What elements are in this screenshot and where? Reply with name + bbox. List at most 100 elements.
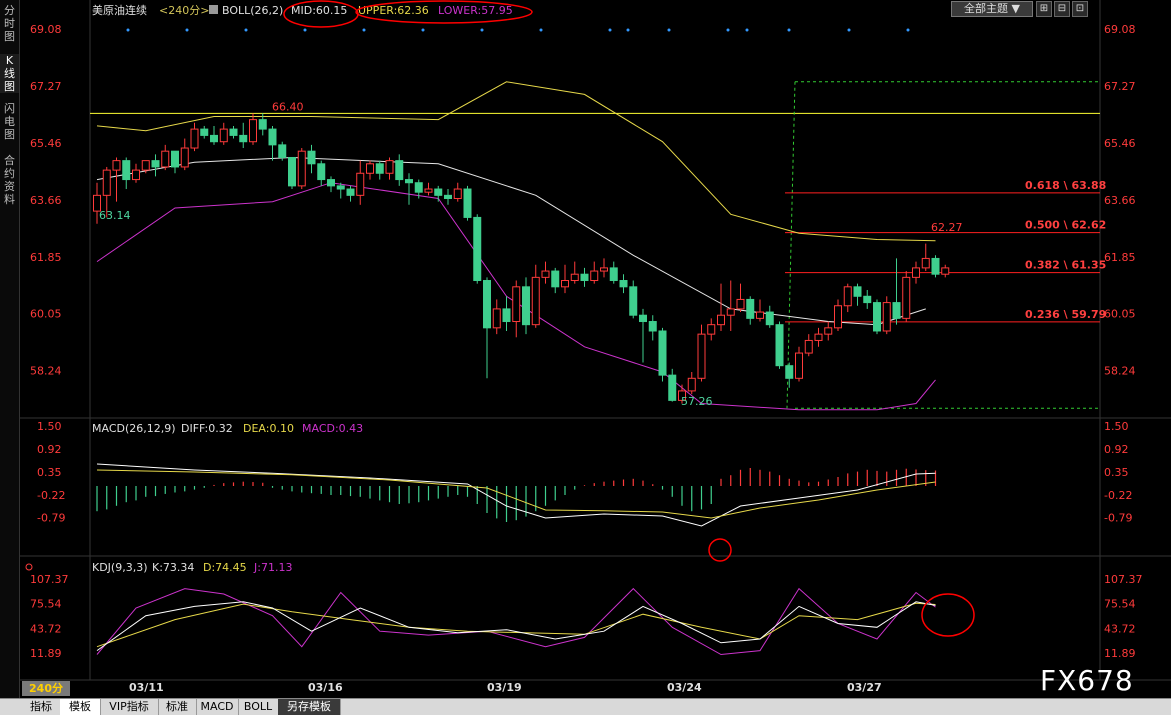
candle-body [765,311,774,326]
sidebar-tab-1[interactable]: K线图 [0,54,19,93]
candle-body [658,330,667,376]
macd-highlight-circle [708,538,732,562]
candle-body [210,134,218,143]
candle-body [268,128,277,146]
marker-dot [667,28,671,32]
candle-body [200,128,209,136]
kdj-d-line [96,602,936,648]
macd-tick-right: 0.92 [1104,443,1129,456]
kdj-tick-left: 11.89 [30,647,62,660]
candle-body [375,163,384,174]
kdj-k: K:73.34 [152,561,194,574]
candle-body [892,302,901,319]
kdj-tick-left: 75.54 [30,598,62,611]
tile-icon[interactable]: ⊟ [1054,1,1070,17]
chart-area[interactable]: 美原油连续 <240分> BOLL(26,2) MID:60.15 UPPER:62.3… [20,0,1171,698]
candle-body [444,194,452,199]
candle-body [551,270,560,288]
candle-body [366,163,374,174]
bottom-tab-0[interactable]: 指标 [22,699,61,715]
macd-value: MACD:0.43 [302,422,363,435]
kdj-tick-right: 11.89 [1104,647,1136,660]
candle-body [629,286,638,316]
candle-body [775,324,784,367]
low-mid-label: 57.26 [681,395,713,408]
candle-body [561,280,569,288]
watermark: FX678 [1040,664,1134,697]
marker-dot [906,28,910,32]
price-tick-right: 61.85 [1104,251,1136,264]
candle-body [278,144,287,158]
kdj-j-line [96,587,936,656]
candle-body [522,286,530,326]
macd-label: MACD(26,12,9) [92,422,176,435]
candle-body [473,216,482,282]
bottom-tab-5[interactable]: BOLL [238,699,279,715]
candle-body [824,327,833,335]
symbol-label: 美原油连续 [92,3,147,17]
marker-dot [421,28,425,32]
candle-body [356,172,365,196]
sidebar-tab-3[interactable]: 合约资料 [0,154,19,206]
sidebar-tab-0[interactable]: 分时图 [0,4,19,43]
macd-tick-right: -0.22 [1104,489,1132,502]
candle-body [317,163,326,181]
marker-dot [480,28,484,32]
candle-body [541,270,550,278]
candle-body [239,134,248,143]
kdj-label: KDJ(9,3,3) [92,561,148,574]
candle-body [151,160,160,168]
kdj-d: D:74.45 [203,561,247,574]
candle-body [785,365,794,379]
boll-color-swatch [209,5,218,14]
marker-dot [185,28,189,32]
candle-body [687,377,696,392]
grid-icon[interactable]: ⊞ [1036,1,1052,17]
price-tick-left: 63.66 [30,194,62,207]
candle-body [414,182,423,193]
bottom-tab-4[interactable]: MACD [196,699,239,715]
bottom-tab-3[interactable]: 标准 [158,699,197,715]
candle-body [580,273,589,282]
candle-body [863,295,872,304]
candle-body [804,339,813,354]
price-tick-left: 69.08 [30,23,62,36]
marker-dot [626,28,630,32]
period-badge[interactable]: 240分 [22,681,70,696]
candle-body [258,119,267,130]
macd-diff: DIFF:0.32 [181,422,233,435]
kdj-j: J:71.13 [253,561,292,574]
marker-dot [126,28,130,32]
candle-body [648,321,657,332]
fib-label: 0.618 \ 63.88 [1025,179,1106,192]
kdj-tick-right: 107.37 [1104,573,1143,586]
candle-body [707,324,716,335]
candle-body [668,374,677,401]
kdj-tick-right: 75.54 [1104,598,1136,611]
sidebar-tab-2[interactable]: 闪电图 [0,102,19,141]
kdj-tick-left: 43.72 [30,622,62,635]
marker-dot [539,28,543,32]
macd-tick-left: -0.79 [37,512,65,525]
bottom-tab-2[interactable]: VIP指标 [100,699,159,715]
price-tick-right: 60.05 [1104,308,1136,321]
theme-dropdown[interactable]: 全部主题 ▼ [951,1,1033,17]
bottom-tab-1[interactable]: 模板 [60,699,101,715]
high-right-label: 62.27 [931,221,963,234]
time-tick: 03/19 [487,681,522,694]
price-tick-left: 61.85 [30,251,62,264]
candle-body [502,308,511,323]
candle-body [609,267,618,282]
candle-body [912,267,920,278]
candle-body [395,160,404,181]
price-tick-left: 58.24 [30,365,62,378]
boll-lower: LOWER:57.95 [438,4,513,17]
macd-tick-left: 0.35 [37,466,62,479]
macd-tick-left: -0.22 [37,489,65,502]
price-tick-left: 65.46 [30,137,62,150]
candle-body [307,150,316,165]
candle-body [434,188,443,196]
bottom-tab-6[interactable]: 另存模板 [278,699,341,715]
macd-tick-left: 0.92 [37,443,62,456]
maximize-icon[interactable]: ⊡ [1072,1,1088,17]
